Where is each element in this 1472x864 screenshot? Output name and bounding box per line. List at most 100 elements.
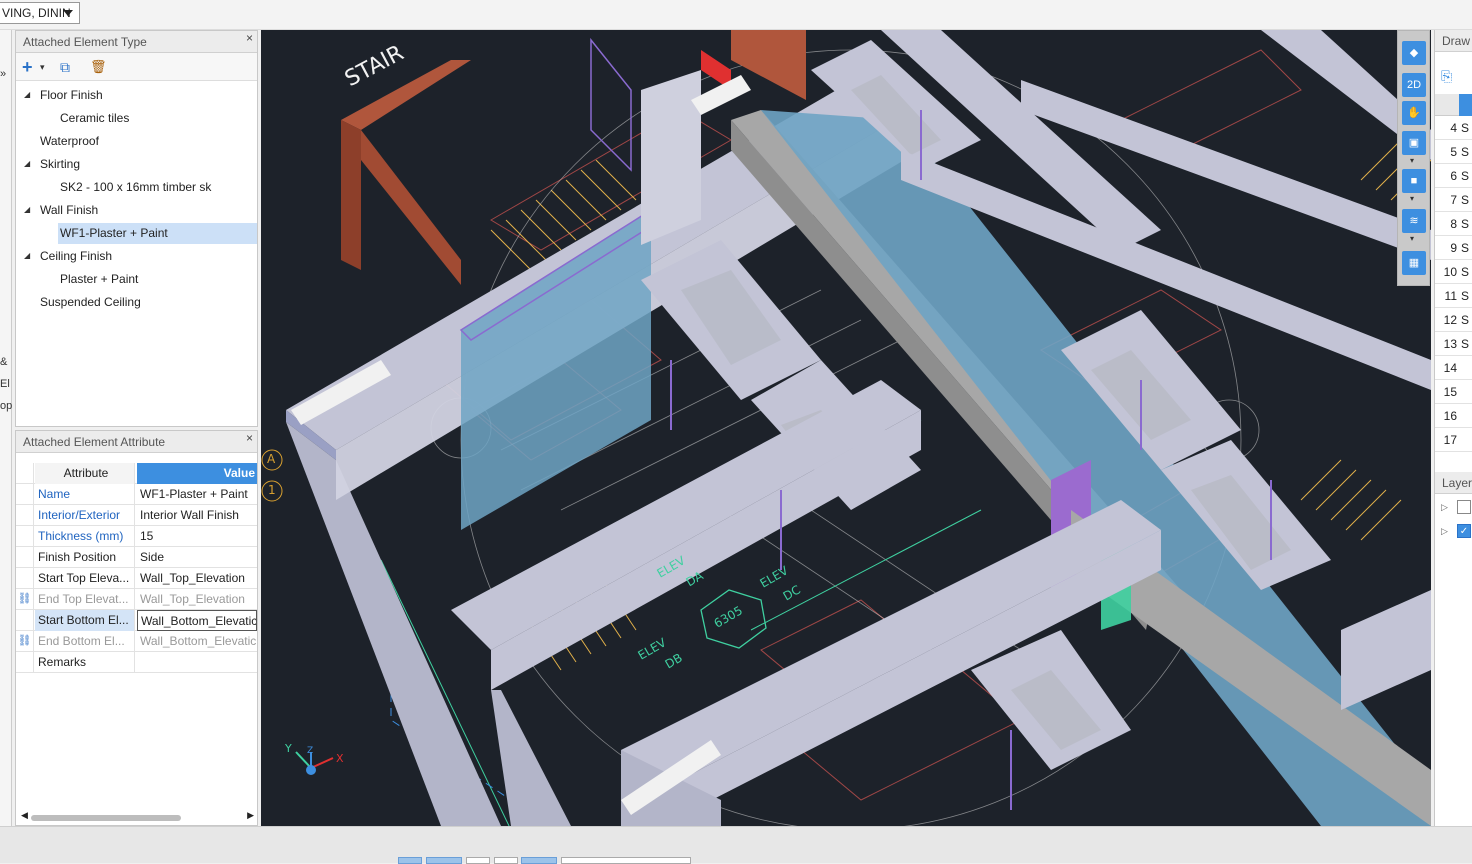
horizontal-scrollbar[interactable]: ◀ ▶ <box>21 810 254 823</box>
tree-item-label: Waterproof <box>40 134 99 148</box>
list-item[interactable]: 11 S <box>1435 284 1472 308</box>
scrollbar-thumb[interactable] <box>31 815 181 821</box>
row-gutter <box>16 484 34 505</box>
attribute-value[interactable]: Wall_Bottom_Elevatic <box>137 610 257 631</box>
expand-toggle-icon[interactable]: ◢ <box>24 245 30 267</box>
attribute-value[interactable] <box>137 652 257 673</box>
layer-checkbox-2[interactable]: ✓ <box>1457 524 1471 538</box>
chevron-down-icon[interactable]: ▾ <box>1410 156 1414 165</box>
tree-item-label: Plaster + Paint <box>60 272 139 286</box>
tree-item[interactable]: WF1-Plaster + Paint <box>16 222 257 244</box>
attribute-value[interactable]: Side <box>137 547 257 568</box>
table-row[interactable]: Remarks <box>16 652 257 673</box>
left-collapsed-strip[interactable]: » & El op <box>0 30 12 826</box>
layers-panel-title: Layer <box>1435 472 1472 494</box>
tree-item[interactable]: ◢ Ceiling Finish <box>16 245 257 267</box>
list-item[interactable]: 17 <box>1435 428 1472 452</box>
list-item[interactable]: 14 <box>1435 356 1472 380</box>
add-icon[interactable]: + <box>22 58 33 76</box>
row-text: S <box>1461 241 1470 255</box>
expand-icon[interactable]: ▷ <box>1441 502 1448 513</box>
grid-icon[interactable]: ▦ <box>1402 251 1426 275</box>
tree-item[interactable]: ◢ Skirting <box>16 153 257 175</box>
row-number: 15 <box>1443 385 1457 399</box>
row-number: 17 <box>1443 433 1457 447</box>
link-icon[interactable]: ⛓ <box>16 589 34 610</box>
attribute-value[interactable]: 15 <box>137 526 257 547</box>
row-text: S <box>1461 193 1470 207</box>
list-item[interactable]: 5S <box>1435 140 1472 164</box>
chevron-down-icon[interactable]: ▾ <box>1410 234 1414 243</box>
list-item[interactable]: 8S <box>1435 212 1472 236</box>
list-item[interactable]: 15 <box>1435 380 1472 404</box>
tree-item-label: Skirting <box>40 157 81 171</box>
tree-item-label: Floor Finish <box>40 88 103 102</box>
column-header-attribute[interactable]: Attribute <box>35 463 135 484</box>
chevron-down-icon[interactable]: ▾ <box>40 58 45 76</box>
box-icon[interactable]: ▣ <box>1402 131 1426 155</box>
copy-icon[interactable]: ⧉ <box>60 58 70 76</box>
hand-icon[interactable]: ✋ <box>1402 101 1426 125</box>
solid-icon[interactable]: ■ <box>1402 169 1426 193</box>
attribute-value[interactable]: WF1-Plaster + Paint <box>137 484 257 505</box>
cube-icon[interactable]: ◆ <box>1402 41 1426 65</box>
scroll-right-icon[interactable]: ▶ <box>247 810 254 821</box>
view-dropdown[interactable]: VING, DININ <box>0 2 80 24</box>
attribute-value[interactable]: Wall_Top_Elevation <box>137 568 257 589</box>
expand-icon[interactable]: » <box>0 68 6 80</box>
expand-toggle-icon[interactable]: ◢ <box>24 153 30 175</box>
tree-item[interactable]: Suspended Ceiling <box>16 291 257 313</box>
row-text: S <box>1461 145 1470 159</box>
tree-item[interactable]: Waterproof <box>16 130 257 152</box>
layers-icon[interactable]: ≋ <box>1402 209 1426 233</box>
table-row[interactable]: Name WF1-Plaster + Paint <box>16 484 257 505</box>
close-icon[interactable]: × <box>246 427 253 449</box>
expand-toggle-icon[interactable]: ◢ <box>24 84 30 106</box>
list-item[interactable]: 10 S <box>1435 260 1472 284</box>
tree-item-label: Wall Finish <box>40 203 99 217</box>
layer-checkbox-1[interactable] <box>1457 500 1471 514</box>
attribute-name: Interior/Exterior <box>35 505 135 526</box>
table-row[interactable]: ⛓ End Bottom El... Wall_Bottom_Elevatic <box>16 631 257 652</box>
tree-item[interactable]: Ceramic tiles <box>16 107 257 129</box>
list-item[interactable]: 13 S <box>1435 332 1472 356</box>
panel-title: Draw <box>1435 30 1472 52</box>
table-row[interactable]: Interior/Exterior Interior Wall Finish <box>16 505 257 526</box>
attribute-name: End Top Elevat... <box>35 589 135 610</box>
column-header-value[interactable]: Value <box>137 463 257 484</box>
3d-viewport[interactable]: STAIR ELEV DA ELEV DC ELEV DB 6305 A 1 Y… <box>261 30 1431 826</box>
table-row[interactable]: ⛓ End Top Elevat... Wall_Top_Elevation <box>16 589 257 610</box>
tree-item[interactable]: SK2 - 100 x 16mm timber sk <box>16 176 257 198</box>
tree-item[interactable]: ◢ Wall Finish <box>16 199 257 221</box>
attribute-value[interactable]: Wall_Bottom_Elevatic <box>137 631 257 652</box>
type-toolbar: + ▾ ⧉ 🗑 <box>16 53 257 81</box>
link-icon[interactable]: ⛓ <box>16 631 34 652</box>
delete-icon[interactable]: 🗑 <box>90 58 107 76</box>
list-item[interactable]: 16 <box>1435 404 1472 428</box>
table-row[interactable]: Thickness (mm) 15 <box>16 526 257 547</box>
list-item[interactable]: 7S <box>1435 188 1472 212</box>
close-icon[interactable]: × <box>246 27 253 49</box>
row-number: 5 <box>1450 145 1457 159</box>
attribute-name: Start Bottom El... <box>35 610 135 631</box>
row-text: S <box>1461 217 1470 231</box>
tree-item[interactable]: Plaster + Paint <box>16 268 257 290</box>
view-2d-button[interactable]: 2D <box>1402 73 1426 97</box>
list-item[interactable]: 4S <box>1435 116 1472 140</box>
row-number: 16 <box>1443 409 1457 423</box>
table-row[interactable]: Start Bottom El... Wall_Bottom_Elevatic <box>16 610 257 631</box>
row-number: 4 <box>1450 121 1457 135</box>
scroll-left-icon[interactable]: ◀ <box>21 810 28 821</box>
expand-toggle-icon[interactable]: ◢ <box>24 199 30 221</box>
expand-icon[interactable]: ▷ <box>1441 526 1448 537</box>
table-row[interactable]: Finish Position Side <box>16 547 257 568</box>
list-item[interactable]: 12 S <box>1435 308 1472 332</box>
list-item[interactable]: 6S <box>1435 164 1472 188</box>
new-drawing-icon[interactable]: ⎘ <box>1441 68 1452 85</box>
attribute-value[interactable]: Interior Wall Finish <box>137 505 257 526</box>
tree-item[interactable]: ◢ Floor Finish <box>16 84 257 106</box>
chevron-down-icon[interactable]: ▾ <box>1410 194 1414 203</box>
list-item[interactable]: 9S <box>1435 236 1472 260</box>
table-row[interactable]: Start Top Eleva... Wall_Top_Elevation <box>16 568 257 589</box>
attribute-value[interactable]: Wall_Top_Elevation <box>137 589 257 610</box>
